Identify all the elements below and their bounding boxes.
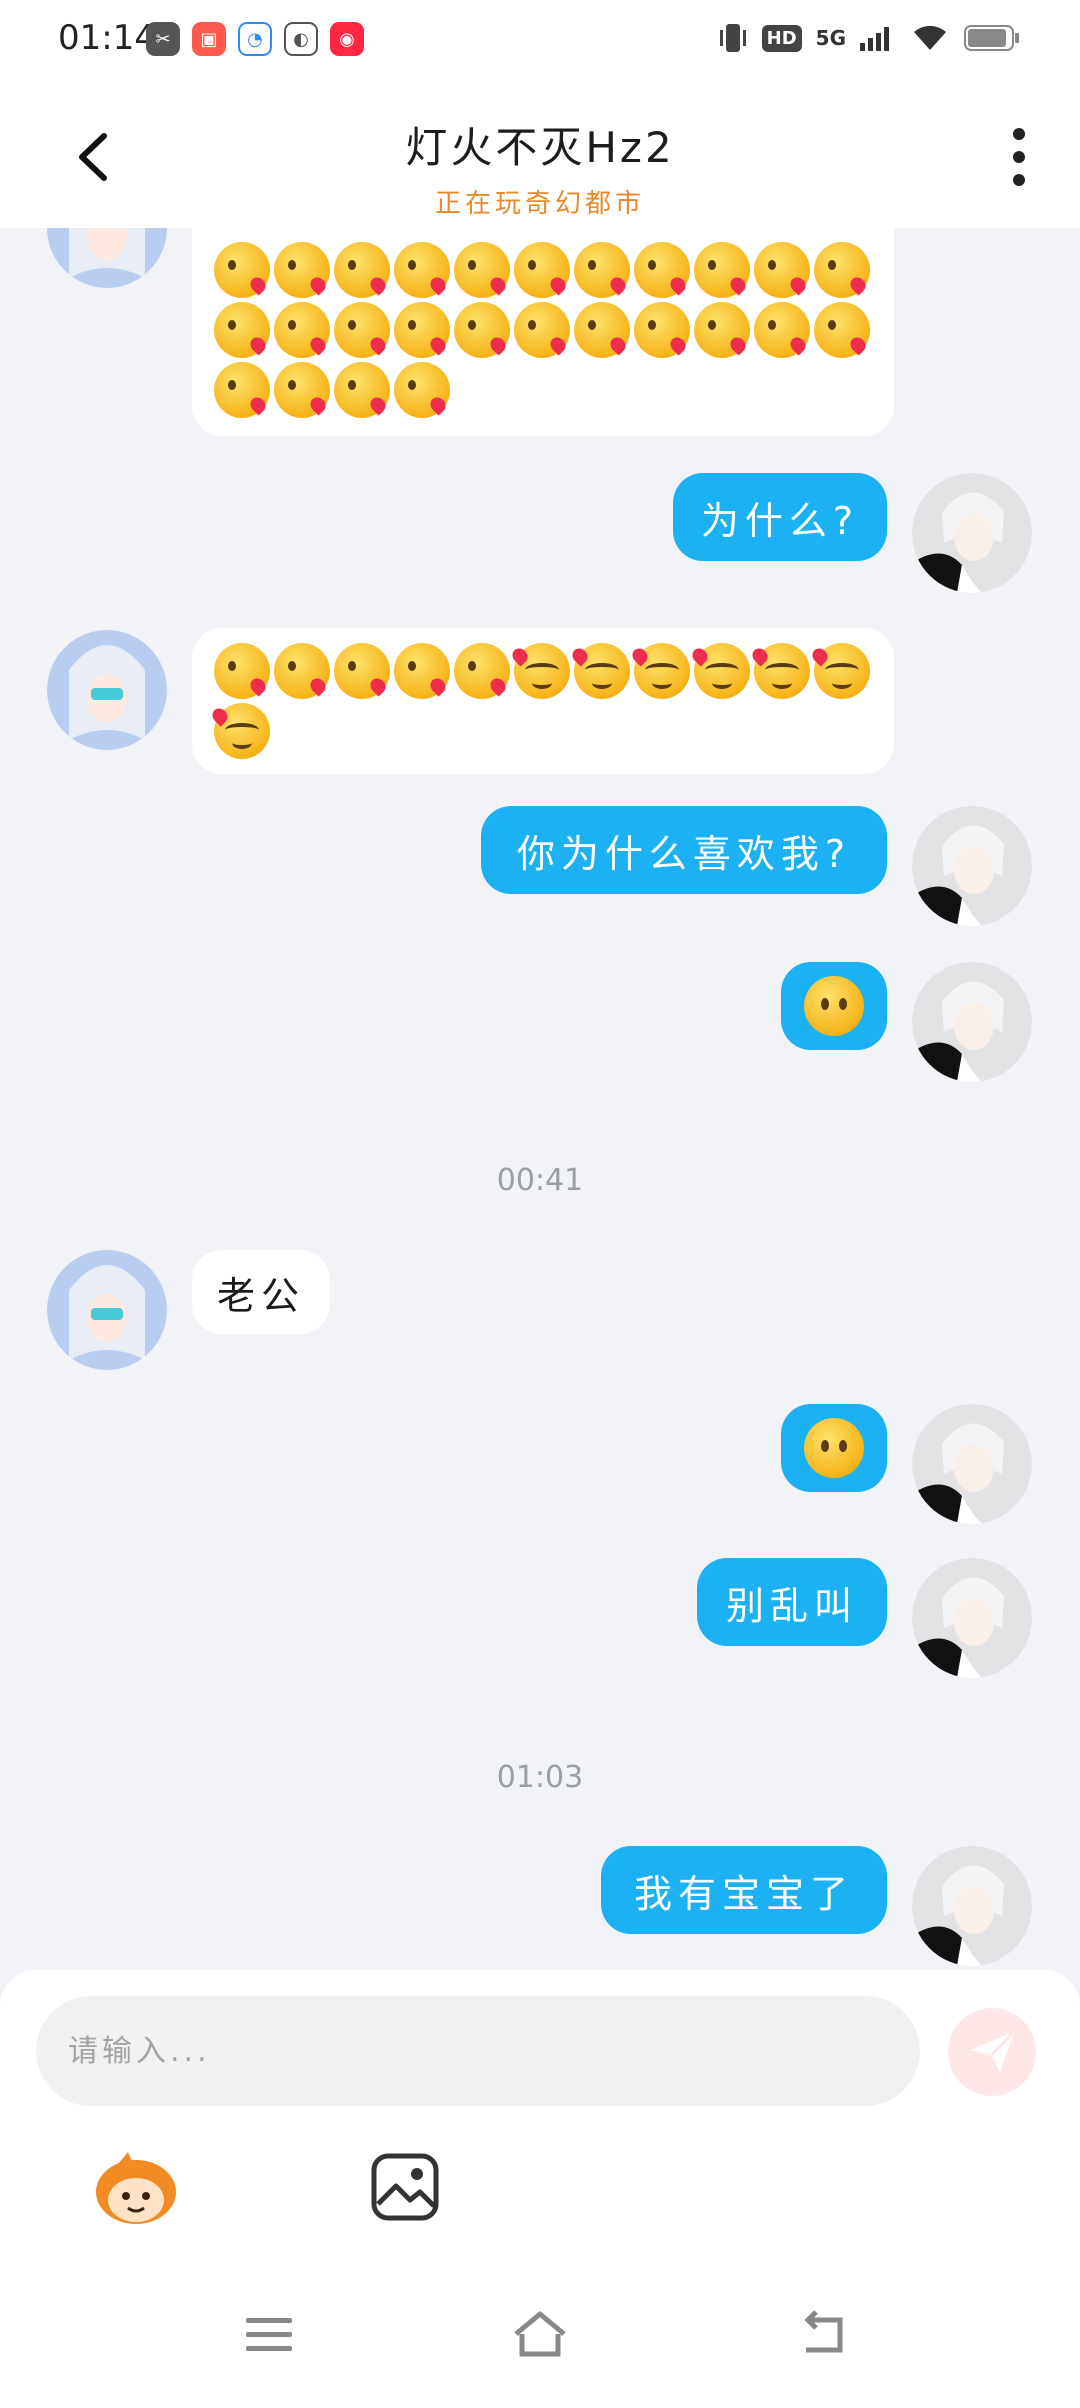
status-indicators: HD 5G [718,20,1020,56]
smiling-face-hearts-emoji [569,643,630,699]
avatar-self[interactable] [912,1404,1032,1524]
message-bubble-incoming[interactable]: 老公 [192,1250,330,1334]
face-blowing-kiss-emoji [214,242,270,298]
face-blowing-kiss-emoji [334,362,390,418]
avatar-contact[interactable] [47,1250,167,1370]
vibrate-icon [719,24,746,52]
smiling-face-hearts-emoji [629,643,690,699]
message-text: 老公 [216,1273,305,1318]
signal-icon [860,27,889,51]
chat-title-block[interactable]: 灯火不灭Hz2 正在玩奇幻都市 [240,114,840,220]
message-input[interactable] [36,1996,920,2106]
face-blowing-kiss-emoji [754,302,810,358]
message-text: 我有宝宝了 [633,1871,854,1916]
face-blowing-kiss-emoji [574,242,630,298]
back-arrow-icon[interactable] [64,122,124,192]
chat-title: 灯火不灭Hz2 [405,123,675,172]
message-bubble-incoming[interactable] [192,228,894,436]
avatar-self[interactable] [912,473,1032,593]
face-blowing-kiss-emoji [274,643,330,699]
message-composer [0,1970,1080,2260]
home-icon[interactable] [510,2304,570,2364]
send-icon [970,2030,1016,2072]
smiling-face-hearts-emoji [209,703,270,759]
face-blowing-kiss-emoji [514,242,570,298]
face-blowing-kiss-emoji [454,242,510,298]
message-timestamp: 00:41 [496,1163,584,1198]
avatar-self[interactable] [912,1558,1032,1678]
face-blowing-kiss-emoji [394,302,450,358]
face-blowing-kiss-emoji [694,302,750,358]
send-button[interactable] [948,2008,1036,2096]
face-blowing-kiss-emoji [454,643,510,699]
face-without-mouth-emoji [804,976,864,1036]
face-blowing-kiss-emoji [274,242,330,298]
wifi-icon [914,25,946,50]
avatar-self[interactable] [912,806,1032,926]
network-type: 5G [815,26,846,50]
message-bubble-outgoing[interactable]: 为什么? [673,473,887,561]
face-blowing-kiss-emoji [394,242,450,298]
menu-icon[interactable] [240,2304,300,2364]
avatar-self[interactable] [912,962,1032,1082]
sticker-icon[interactable] [88,2148,184,2228]
system-navigation-bar [0,2260,1080,2408]
face-blowing-kiss-emoji [514,302,570,358]
smiling-face-hearts-emoji [689,643,750,699]
more-vertical-icon[interactable] [994,122,1044,192]
face-blowing-kiss-emoji [274,362,330,418]
face-blowing-kiss-emoji [394,362,450,418]
face-blowing-kiss-emoji [334,302,390,358]
face-blowing-kiss-emoji [694,242,750,298]
face-blowing-kiss-emoji [214,362,270,418]
face-without-mouth-emoji [804,1418,864,1478]
hd-badge: HD [761,24,802,52]
message-text: 你为什么喜欢我? [516,831,852,876]
app-notification-icon: ◐ [284,22,318,56]
smiling-face-hearts-emoji [509,643,570,699]
face-blowing-kiss-emoji [334,242,390,298]
message-timestamp: 01:03 [496,1760,584,1795]
face-blowing-kiss-emoji [334,643,390,699]
face-blowing-kiss-emoji [454,302,510,358]
message-bubble-incoming[interactable] [192,628,894,774]
message-bubble-outgoing[interactable]: 别乱叫 [697,1558,887,1646]
message-bubble-outgoing[interactable]: 你为什么喜欢我? [481,806,887,894]
back-nav-icon[interactable] [796,2304,856,2364]
battery-icon [964,25,1019,51]
app-notification-icon: ◉ [330,22,364,56]
smiling-face-hearts-emoji [809,643,870,699]
status-bar: 01:14 ✂ ▣ ◔ ◐ ◉ HD 5G [0,0,1080,80]
message-bubble-outgoing[interactable] [781,962,887,1050]
chat-header: 灯火不灭Hz2 正在玩奇幻都市 [0,80,1080,228]
image-icon[interactable] [370,2152,440,2222]
face-blowing-kiss-emoji [634,302,690,358]
face-blowing-kiss-emoji [214,302,270,358]
chat-status-subtitle: 正在玩奇幻都市 [434,189,645,219]
face-blowing-kiss-emoji [814,302,870,358]
avatar-contact[interactable] [47,228,167,288]
message-bubble-outgoing[interactable] [781,1404,887,1492]
face-blowing-kiss-emoji [634,242,690,298]
message-bubble-outgoing[interactable]: 我有宝宝了 [601,1846,887,1934]
face-blowing-kiss-emoji [754,242,810,298]
face-blowing-kiss-emoji [214,643,270,699]
emoji-row [192,643,894,759]
message-text: 为什么? [700,498,860,543]
app-notification-icon: ◔ [238,22,272,56]
status-app-icons: ✂ ▣ ◔ ◐ ◉ [146,22,364,56]
message-text: 别乱叫 [725,1583,858,1628]
face-blowing-kiss-emoji [574,302,630,358]
app-notification-icon: ✂ [146,22,180,56]
face-blowing-kiss-emoji [394,643,450,699]
smiling-face-hearts-emoji [749,643,810,699]
status-time: 01:14 [58,18,156,58]
face-blowing-kiss-emoji [274,302,330,358]
avatar-self[interactable] [912,1846,1032,1966]
chat-message-list[interactable]: 为什么? 你为什么喜欢我? 00:41 老公 别乱叫 01:03 我有宝宝了 [0,228,1080,1970]
app-notification-icon: ▣ [192,22,226,56]
face-blowing-kiss-emoji [814,242,870,298]
kiss-emoji-grid [192,242,894,418]
avatar-contact[interactable] [47,630,167,750]
